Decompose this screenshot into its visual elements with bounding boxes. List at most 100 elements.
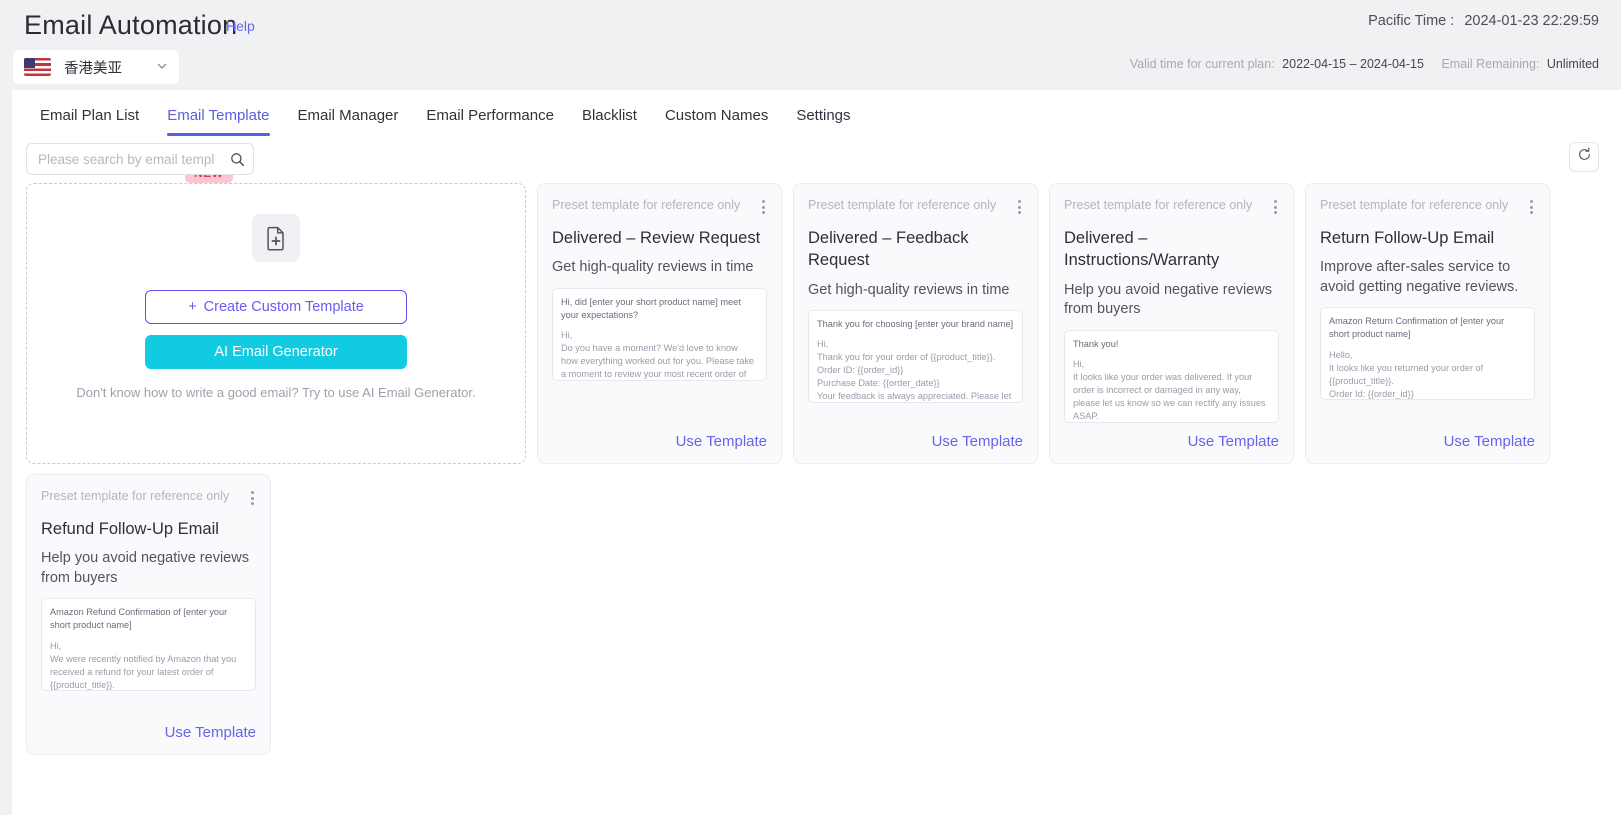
create-template-card: + Create Custom Template AI Email Genera… bbox=[26, 183, 526, 464]
use-template-link[interactable]: Use Template bbox=[808, 433, 1023, 450]
more-vertical-icon[interactable] bbox=[1272, 198, 1279, 216]
template-title: Return Follow-Up Email bbox=[1320, 229, 1495, 247]
preset-label: Preset template for reference only bbox=[41, 489, 230, 503]
template-card[interactable]: Preset template for reference only Delive… bbox=[793, 183, 1038, 464]
template-subtitle: Help you avoid negative reviews from buy… bbox=[1064, 281, 1272, 318]
template-preview-line: We were recently notified by Amazon that… bbox=[50, 653, 237, 664]
template-card[interactable]: Preset template for reference only Return… bbox=[1305, 183, 1550, 464]
template-subtitle: Get high-quality reviews in time bbox=[808, 281, 1010, 298]
search-input[interactable]: Please search by email templ bbox=[26, 143, 254, 175]
tab-label: Custom Names bbox=[664, 107, 769, 124]
tab-label: Email Template bbox=[167, 107, 270, 124]
ai-email-generator-label: AI Email Generator bbox=[214, 344, 338, 360]
search-placeholder: Please search by email templ bbox=[38, 151, 215, 167]
template-preview-line: order is incorrect or damaged in any way… bbox=[1073, 384, 1241, 395]
template-preview: Thank you for choosing [enter your brand… bbox=[808, 310, 1023, 404]
plan-valid-value: 2022-04-15 – 2024-04-15 bbox=[1282, 57, 1424, 71]
tab-email-manager[interactable]: Email Manager bbox=[284, 96, 413, 136]
use-template-link[interactable]: Use Template bbox=[1064, 433, 1279, 450]
plan-valid-label: Valid time for current plan: bbox=[1129, 57, 1275, 71]
more-vertical-icon[interactable] bbox=[760, 198, 767, 216]
template-preview-line: It looks like your order was delivered. … bbox=[1073, 371, 1253, 382]
refresh-icon bbox=[1577, 147, 1592, 167]
email-remaining-label: Email Remaining: bbox=[1441, 57, 1540, 71]
pacific-time-label: Pacific Time : bbox=[1368, 13, 1455, 29]
page-title: Email Automation bbox=[24, 10, 238, 40]
template-subtitle: Improve after-sales service to avoid get… bbox=[1320, 259, 1519, 295]
template-preview-line: Hi, bbox=[817, 339, 829, 350]
template-card[interactable]: Preset template for reference only Refund… bbox=[26, 474, 271, 755]
tab-label: Blacklist bbox=[581, 107, 637, 124]
template-preview-line: Hi, bbox=[561, 329, 573, 340]
tab-blacklist[interactable]: Blacklist bbox=[568, 96, 651, 136]
create-card-hint: Don't know how to write a good email? Tr… bbox=[76, 385, 476, 400]
template-card[interactable]: Preset template for reference only Delive… bbox=[1049, 183, 1294, 464]
create-custom-template-button[interactable]: + Create Custom Template bbox=[145, 290, 407, 324]
template-preview-line: Hi, bbox=[1073, 358, 1085, 369]
use-template-link[interactable]: Use Template bbox=[1320, 433, 1535, 450]
template-preview: Amazon Refund Confirmation of [enter you… bbox=[41, 598, 256, 692]
more-vertical-icon[interactable] bbox=[1528, 198, 1535, 216]
template-preview-line: how everything worked out for you. Pleas… bbox=[561, 356, 755, 367]
preset-label: Preset template for reference only bbox=[1320, 198, 1509, 212]
pacific-time-value: 2024-01-23 22:29:59 bbox=[1464, 13, 1599, 29]
tab-label: Email Plan List bbox=[40, 107, 140, 124]
help-link[interactable]: Help bbox=[226, 18, 255, 34]
file-plus-icon bbox=[252, 214, 300, 262]
template-subtitle: Get high-quality reviews in time bbox=[552, 259, 754, 276]
template-preview-line: Your feedback is always appreciated. Ple… bbox=[817, 391, 1012, 402]
template-preview-subject: Thank you! bbox=[1073, 338, 1119, 349]
tab-email-plan-list[interactable]: Email Plan List bbox=[26, 96, 153, 136]
template-preview-line: a moment to review your most recent orde… bbox=[561, 369, 747, 380]
template-card-header: Preset template for reference only bbox=[552, 198, 767, 216]
more-vertical-icon[interactable] bbox=[1016, 198, 1023, 216]
use-template-link[interactable]: Use Template bbox=[552, 433, 767, 450]
ai-email-generator-button[interactable]: AI Email Generator bbox=[145, 335, 407, 369]
tab-label: Settings bbox=[796, 107, 851, 124]
search-icon[interactable] bbox=[230, 152, 245, 167]
tab-custom-names[interactable]: Custom Names bbox=[651, 96, 782, 136]
tab-label: Email Performance bbox=[426, 107, 554, 124]
template-title: Refund Follow-Up Email bbox=[41, 520, 219, 538]
plus-icon: + bbox=[188, 299, 197, 315]
template-preview-line: please let us know so we can rectify any… bbox=[1073, 397, 1266, 408]
preset-label: Preset template for reference only bbox=[1064, 198, 1253, 212]
pacific-time: Pacific Time : 2024-01-23 22:29:59 bbox=[1368, 13, 1599, 29]
template-preview-line: Hello, bbox=[1329, 349, 1353, 360]
shop-selector[interactable]: 香港美亚 bbox=[14, 51, 178, 83]
template-preview-line: It looks like you returned your order of bbox=[1329, 362, 1484, 373]
template-row-1: + Create Custom Template AI Email Genera… bbox=[26, 183, 1606, 464]
tab-label: Email Manager bbox=[297, 107, 399, 124]
template-preview: Hi, did [enter your short product name] … bbox=[552, 287, 767, 381]
template-subtitle: Help you avoid negative reviews from buy… bbox=[41, 550, 249, 586]
template-preview-line: Order ID: {{order_id}} bbox=[817, 365, 904, 376]
template-card-header: Preset template for reference only bbox=[41, 489, 256, 507]
tab-email-template[interactable]: Email Template bbox=[153, 96, 283, 136]
template-card-header: Preset template for reference only bbox=[1064, 198, 1279, 216]
tab-email-performance[interactable]: Email Performance bbox=[412, 96, 568, 136]
create-custom-template-label: Create Custom Template bbox=[203, 299, 364, 315]
use-template-link[interactable]: Use Template bbox=[41, 724, 256, 741]
template-title: Delivered – Feedback Request bbox=[808, 229, 969, 270]
template-card[interactable]: Preset template for reference only Delive… bbox=[537, 183, 782, 464]
email-remaining-value: Unlimited bbox=[1546, 57, 1599, 71]
template-preview-line: Thank you for your order of {{product_ti… bbox=[817, 352, 996, 363]
template-preview: Amazon Return Confirmation of [enter you… bbox=[1320, 307, 1535, 401]
template-preview-line: {{product_title}}. bbox=[1329, 375, 1394, 386]
page-header: Email Automation Help 香港美亚 Pacific Time … bbox=[0, 0, 1621, 86]
template-preview: Thank you! Hi, It looks like your order wa… bbox=[1064, 329, 1279, 423]
template-preview-line: ASAP. bbox=[1073, 410, 1099, 421]
template-card-header: Preset template for reference only bbox=[1320, 198, 1535, 216]
template-preview-line: {{product_title}}. bbox=[50, 679, 115, 690]
plan-info: Valid time for current plan: 2022-04-15 … bbox=[1130, 57, 1599, 71]
template-preview-subject: Amazon Return Confirmation of [enter you… bbox=[1329, 316, 1505, 340]
more-vertical-icon[interactable] bbox=[249, 489, 256, 507]
refresh-button[interactable] bbox=[1569, 142, 1599, 172]
main-panel: Email Plan List Email Template Email Manag… bbox=[12, 90, 1621, 815]
template-preview-subject: Amazon Refund Confirmation of [enter you… bbox=[50, 607, 228, 631]
shop-name-label: 香港美亚 bbox=[64, 60, 122, 77]
template-row-2: Preset template for reference only Refund… bbox=[26, 474, 1606, 755]
template-grid: + Create Custom Template AI Email Genera… bbox=[26, 183, 1606, 755]
tab-settings[interactable]: Settings bbox=[782, 96, 864, 136]
template-preview-line: Hi, bbox=[50, 640, 62, 651]
